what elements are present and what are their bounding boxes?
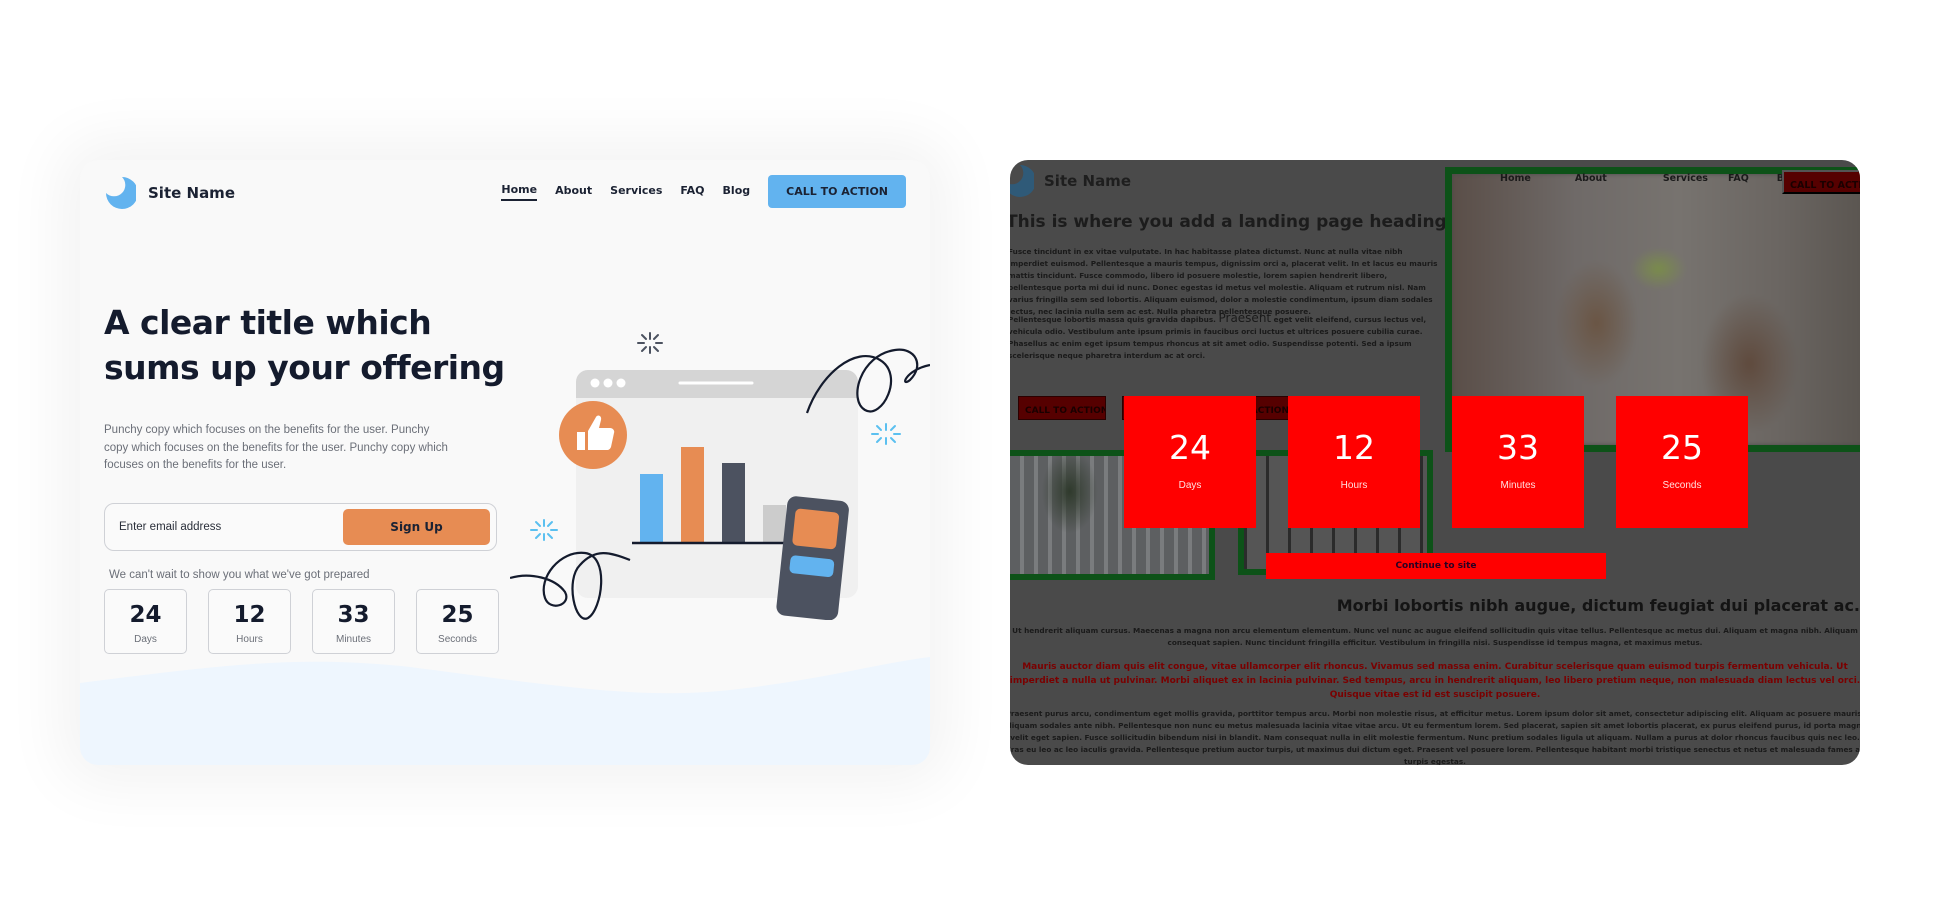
site-name: Site Name — [1044, 172, 1131, 190]
landing-page-clean: Site Name Home About Services FAQ Blog C… — [80, 160, 930, 765]
countdown-minutes: 33 Minutes — [312, 589, 395, 654]
site-name: Site Name — [148, 184, 235, 202]
countdown-label: Hours — [236, 634, 263, 645]
countdown-value: 24 — [129, 602, 162, 628]
landing-page-broken: Site Name This is where you add a landin… — [1010, 160, 1860, 765]
main-nav: Home About Services FAQ Blog — [1500, 173, 1801, 184]
countdown-minutes: 33 Minutes — [1452, 396, 1584, 528]
background-wave — [80, 657, 930, 765]
thumbs-up-icon — [559, 401, 627, 469]
countdown-value: 33 — [1497, 428, 1539, 467]
countdown: 24 Days 12 Hours 33 Minutes 25 Seconds — [1124, 396, 1748, 528]
countdown-label: Seconds — [438, 634, 477, 645]
nav-faq[interactable]: FAQ — [680, 184, 704, 200]
nav-about[interactable]: About — [1575, 173, 1607, 184]
crescent-moon-icon — [1010, 164, 1036, 198]
sparkle-icon — [530, 519, 558, 541]
site-logo[interactable]: Site Name — [104, 176, 235, 210]
main-nav: Home About Services FAQ Blog CALL TO ACT… — [501, 175, 906, 208]
countdown-value: 25 — [1661, 428, 1703, 467]
hero-title: A clear title which sums up your offerin… — [104, 303, 505, 387]
nav-home[interactable]: Home — [1500, 173, 1531, 184]
nav-blog[interactable]: Blog — [723, 184, 751, 200]
countdown-seconds: 25 Seconds — [1616, 396, 1748, 528]
landing-heading: This is where you add a landing page hea… — [1010, 212, 1447, 232]
countdown-days: 24 Days — [1124, 396, 1256, 528]
body-paragraph: Fusce tincidunt in ex vitae vulputate. I… — [1010, 247, 1438, 316]
countdown-label: Hours — [1340, 480, 1368, 491]
call-to-action-button[interactable]: CALL TO ACTION — [1782, 170, 1860, 194]
hero-copy: Punchy copy which focuses on the benefit… — [104, 424, 448, 471]
sign-up-button[interactable]: Sign Up — [343, 509, 490, 545]
sparkle-icon — [871, 423, 901, 445]
illustration-bar — [681, 447, 704, 542]
body-paragraph: Praesent purus arcu, condimentum eget mo… — [1010, 709, 1860, 765]
body-paragraph: Ut hendrerit aliquam cursus. Maecenas a … — [1012, 626, 1858, 647]
body-paragraph: Pellentesque lobortis massa quis gravida… — [1010, 312, 1438, 362]
text-run-large: Praesent — [1218, 311, 1272, 325]
comparison-stage: Site Name Home About Services FAQ Blog C… — [0, 0, 1940, 924]
countdown-label: Minutes — [1500, 480, 1536, 491]
call-to-action-button[interactable]: CALL TO ACTION — [1018, 396, 1106, 420]
countdown-value: 12 — [233, 602, 266, 628]
site-logo[interactable]: Site Name — [1010, 164, 1131, 198]
email-input[interactable] — [119, 516, 329, 538]
countdown-hours: 12 Hours — [208, 589, 291, 654]
illustration-bar — [722, 463, 745, 542]
countdown-hours: 12 Hours — [1288, 396, 1420, 528]
crescent-moon-icon — [104, 176, 138, 210]
countdown-seconds: 25 Seconds — [416, 589, 499, 654]
countdown-value: 25 — [441, 602, 474, 628]
illustration-bar — [640, 474, 663, 542]
nav-about[interactable]: About — [555, 184, 592, 200]
countdown-label: Days — [1178, 480, 1202, 491]
text-run: Pellentesque lobortis massa quis gravida… — [1010, 315, 1219, 324]
nav-faq[interactable]: FAQ — [1728, 173, 1749, 184]
countdown-value: 24 — [1169, 428, 1211, 467]
countdown: 24 Days 12 Hours 33 Minutes 25 Seconds — [104, 589, 499, 654]
countdown-days: 24 Days — [104, 589, 187, 654]
countdown-label: Days — [134, 634, 157, 645]
countdown-label: Minutes — [335, 634, 371, 645]
countdown-value: 33 — [337, 602, 370, 628]
nav-home[interactable]: Home — [501, 183, 538, 201]
hero-illustration — [510, 332, 930, 620]
illustration-bar — [763, 505, 786, 542]
countdown-label: Seconds — [1662, 480, 1702, 491]
nav-services[interactable]: Services — [610, 184, 662, 200]
section-heading: Morbi lobortis nibh augue, dictum feugia… — [1336, 596, 1860, 615]
countdown-tagline: We can't wait to show you what we've got… — [109, 569, 370, 581]
countdown-value: 12 — [1333, 428, 1375, 467]
sparkle-icon — [637, 332, 663, 354]
phone-icon — [776, 496, 849, 620]
continue-to-site-button[interactable]: Continue to site — [1266, 553, 1606, 579]
signup-form: Sign Up — [104, 503, 497, 551]
nav-services[interactable]: Services — [1663, 173, 1708, 184]
highlighted-paragraph: Mauris auctor diam quis elit congue, vit… — [1010, 662, 1860, 700]
call-to-action-button[interactable]: CALL TO ACTION — [768, 175, 906, 208]
